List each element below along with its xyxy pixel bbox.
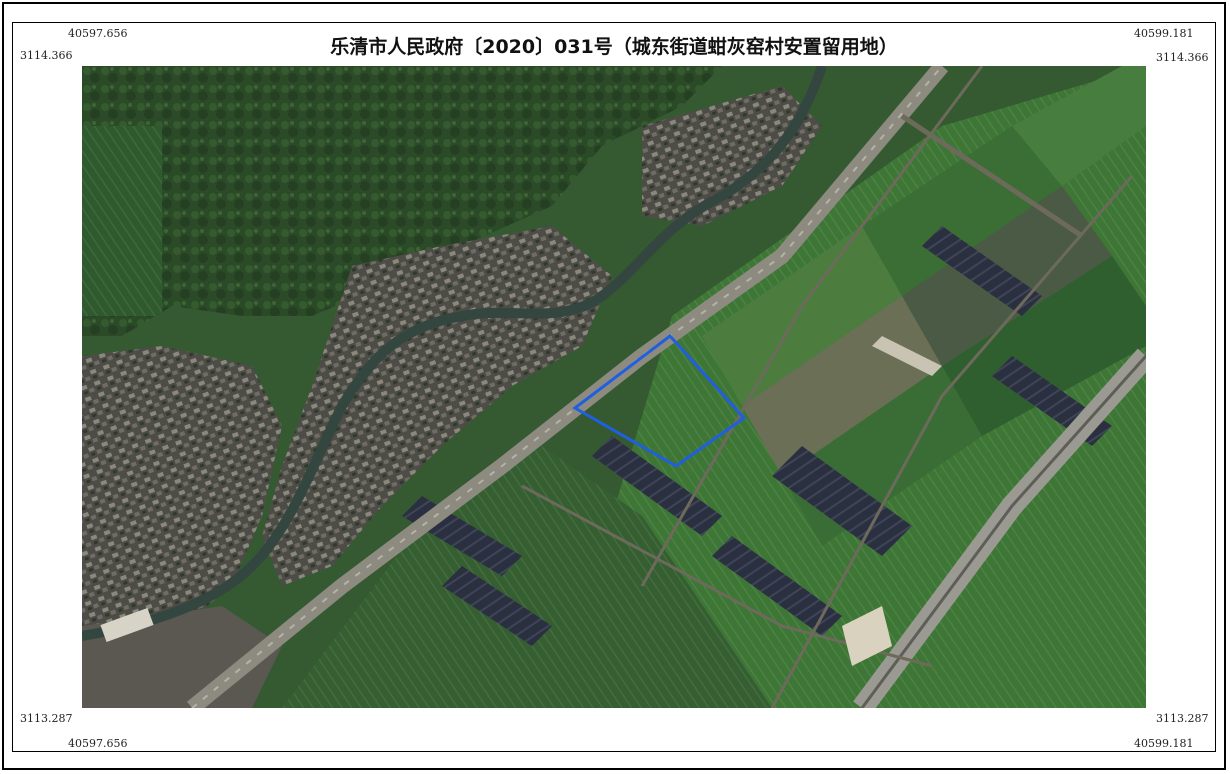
coord-bottom-right-x: 40599.181 — [1132, 737, 1196, 750]
farm-patch-left-rows — [82, 126, 162, 316]
coord-bottom-right-y: 3113.287 — [1154, 712, 1211, 725]
coord-top-left-x: 40597.656 — [66, 27, 130, 40]
coord-top-right-x: 40599.181 — [1132, 27, 1196, 40]
coord-bottom-left-y: 3113.287 — [18, 712, 75, 725]
coord-bottom-left-x: 40597.656 — [66, 737, 130, 750]
coord-top-left-y: 3114.366 — [18, 49, 75, 62]
satellite-imagery — [82, 66, 1146, 708]
map-title: 乐清市人民政府〔2020〕031号（城东街道蚶灰窑村安置留用地） — [330, 36, 898, 58]
coord-top-right-y: 3114.366 — [1154, 51, 1211, 64]
satellite-image-map[interactable] — [82, 66, 1146, 708]
